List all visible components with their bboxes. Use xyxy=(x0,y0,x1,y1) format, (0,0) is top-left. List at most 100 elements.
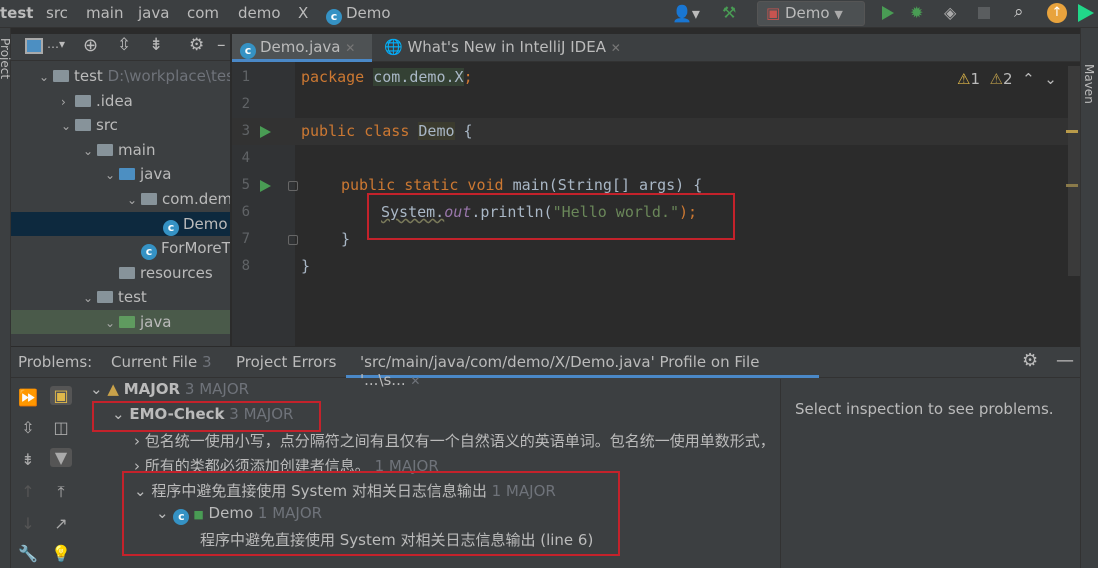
open-icon[interactable]: ↗ xyxy=(50,514,72,533)
filter-icon[interactable]: ▼ xyxy=(50,448,72,467)
config-icon: ▣ xyxy=(766,4,781,22)
line-number: 5 xyxy=(241,177,250,193)
project-tree-item[interactable]: › .idea xyxy=(11,89,230,113)
stop-icon[interactable] xyxy=(978,7,990,19)
up-icon[interactable]: ↑ xyxy=(17,482,39,501)
prev-icon[interactable]: ⌃ xyxy=(1022,70,1035,88)
tab-project-errors[interactable]: Project Errors xyxy=(236,353,336,371)
run-icon[interactable] xyxy=(882,6,894,20)
chevron-down-icon[interactable]: …▾ xyxy=(47,37,65,51)
close-icon[interactable]: ✕ xyxy=(611,41,621,55)
line-number: 4 xyxy=(241,150,250,166)
hammer-icon[interactable]: ⚒ xyxy=(722,3,736,22)
breadcrumb-java[interactable]: java xyxy=(138,4,169,22)
breadcrumb-com[interactable]: com xyxy=(187,4,219,22)
project-tree-item[interactable]: ⌄ src xyxy=(11,113,230,137)
debug-icon[interactable]: ✹ xyxy=(910,3,923,22)
close-icon[interactable]: ✕ xyxy=(345,41,355,55)
next-icon[interactable]: ⌄ xyxy=(1044,70,1057,88)
code-line-7: } xyxy=(341,230,351,248)
breadcrumb-demo[interactable]: demo xyxy=(238,4,281,22)
right-tool-strip: Maven xyxy=(1080,28,1098,568)
down-icon[interactable]: ↓ xyxy=(17,514,39,533)
gear-icon[interactable]: ⚙ xyxy=(1022,350,1038,371)
project-tree-item[interactable]: ⌄ main xyxy=(11,138,230,162)
folder-icon xyxy=(141,193,157,205)
project-tree-item[interactable]: resources xyxy=(11,261,230,285)
project-tree-item[interactable]: ⌄ java xyxy=(11,162,230,186)
left-tool-strip: Project xyxy=(0,28,12,568)
weak-warning-icon: ⚠ xyxy=(989,70,1003,88)
folder-icon xyxy=(119,316,135,328)
details-placeholder: Select inspection to see problems. xyxy=(795,400,1054,418)
highlight-box xyxy=(367,193,735,240)
hide-icon[interactable]: – xyxy=(217,35,226,55)
code-line-5: public static void main(String[] args) { xyxy=(341,176,703,194)
tab-whats-new[interactable]: 🌐 What's New in IntelliJ IDEA ✕ xyxy=(376,34,629,62)
user-icon[interactable]: 👤▾ xyxy=(672,4,700,23)
project-tree-item[interactable]: cForMoreThan xyxy=(11,236,230,261)
expand-all-icon[interactable]: ⇳ xyxy=(17,418,39,437)
breadcrumb-src[interactable]: src xyxy=(46,4,68,22)
warning-marker[interactable] xyxy=(1066,184,1078,187)
export-icon[interactable]: ⤒ xyxy=(50,482,72,502)
fold-icon[interactable] xyxy=(288,235,298,245)
folder-icon xyxy=(97,291,113,304)
project-tree-item[interactable]: ⌄ java xyxy=(11,310,230,334)
breadcrumb-test[interactable]: test xyxy=(0,4,33,22)
editor-tabs: c Demo.java ✕ 🌐 What's New in IntelliJ ID… xyxy=(232,34,1080,62)
wrench-icon[interactable]: 🔧 xyxy=(17,544,39,563)
run-gutter-icon[interactable] xyxy=(260,180,271,192)
close-icon[interactable]: ✕ xyxy=(410,374,420,388)
expand-all-icon[interactable]: ⇳ xyxy=(117,35,131,55)
collapse-all-icon[interactable]: ⇟ xyxy=(17,450,39,469)
breadcrumb-demo-class[interactable]: c Demo xyxy=(326,4,391,25)
line-number: 3 xyxy=(241,123,250,139)
class-icon: c xyxy=(326,9,342,25)
run-config-dropdown[interactable]: ▣ Demo ▼ xyxy=(757,1,865,26)
breadcrumb-x[interactable]: X xyxy=(298,4,308,22)
view-mode-icon[interactable] xyxy=(25,38,43,54)
chevron-down-icon: ▼ xyxy=(834,8,843,21)
chevron-right-icon: › xyxy=(134,432,140,450)
warning-marker[interactable] xyxy=(1066,130,1078,133)
project-tree-item[interactable]: ⌄ test D:\workplace\test xyxy=(11,64,230,88)
highlight-box xyxy=(92,401,321,432)
gear-icon[interactable]: ⚙ xyxy=(189,35,204,55)
toolbox-icon[interactable] xyxy=(1078,4,1094,22)
line-number: 2 xyxy=(241,96,250,112)
chevron-icon: › xyxy=(61,94,66,109)
code-line-1: package com.demo.X; xyxy=(301,68,473,86)
coverage-icon[interactable]: ◈ xyxy=(944,3,956,22)
tree-rule-package-name[interactable]: › 包名统一使用小写，点分隔符之间有且仅有一个自然语义的英语单词。包名统一使用单… xyxy=(134,430,779,451)
fold-icon[interactable] xyxy=(288,181,298,191)
scrollbar[interactable] xyxy=(1068,66,1080,276)
inspection-widget[interactable]: ⚠1 ⚠2 ⌃ ⌄ xyxy=(957,70,1057,88)
folder-icon xyxy=(53,70,69,82)
chevron-icon: ⌄ xyxy=(105,316,116,330)
collapse-all-icon[interactable]: ⇟ xyxy=(149,35,163,55)
run-gutter-icon[interactable] xyxy=(260,126,271,138)
update-icon[interactable]: ↑ xyxy=(1047,3,1067,23)
minimize-icon[interactable]: — xyxy=(1056,350,1074,371)
chevron-icon: ⌄ xyxy=(61,119,72,134)
line-number: 6 xyxy=(241,204,250,220)
rerun-icon[interactable]: ⏩ xyxy=(17,388,39,407)
severity-icon[interactable]: ▣ xyxy=(50,386,72,405)
project-tree-item[interactable]: c Demo xyxy=(11,211,230,236)
breadcrumb-main[interactable]: main xyxy=(86,4,123,22)
warning-icon: ▲ xyxy=(107,380,119,398)
bulb-icon[interactable]: 💡 xyxy=(50,544,72,563)
tab-profile-on-file[interactable]: 'src/main/java/com/demo/X/Demo.java' Pro… xyxy=(346,353,819,389)
maven-tool-button[interactable]: Maven xyxy=(1082,64,1096,104)
group-icon[interactable]: ◫ xyxy=(50,418,72,437)
tab-demo-java[interactable]: c Demo.java ✕ xyxy=(232,34,372,62)
folder-icon xyxy=(75,94,91,107)
project-tree-item[interactable]: ⌄ test xyxy=(11,285,230,309)
tab-current-file[interactable]: Current File 3 xyxy=(111,353,212,371)
folder-icon xyxy=(97,143,113,156)
project-tree-item[interactable]: ⌄com.demo.X xyxy=(11,187,230,211)
search-icon[interactable]: ⌕ xyxy=(1014,2,1024,22)
tree-major[interactable]: ⌄ ▲ MAJOR 3 MAJOR xyxy=(90,380,249,398)
locate-icon[interactable]: ⊕ xyxy=(83,35,98,56)
